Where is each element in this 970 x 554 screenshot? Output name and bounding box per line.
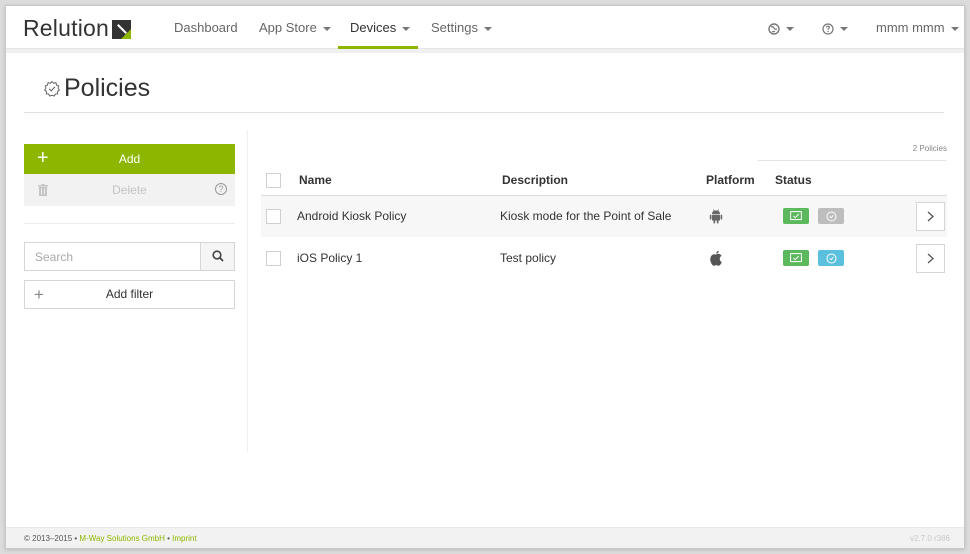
help-icon xyxy=(822,22,834,35)
relution-logo-icon xyxy=(112,20,131,39)
brand-logo[interactable]: Relution xyxy=(23,15,131,42)
imprint-link[interactable]: Imprint xyxy=(172,534,196,543)
status-schedule-badge xyxy=(818,208,844,224)
caret-down-icon xyxy=(840,26,848,31)
sidebar-divider xyxy=(24,223,235,224)
navbar-shadow xyxy=(6,49,964,53)
status-active-badge xyxy=(783,208,809,224)
nav-devices[interactable]: Devices xyxy=(350,6,411,49)
plus-icon: + xyxy=(37,147,49,169)
policy-description: Test policy xyxy=(500,251,557,265)
caret-down-icon xyxy=(950,26,959,31)
nav-dashboard[interactable]: Dashboard xyxy=(174,6,238,49)
status-schedule-badge xyxy=(818,250,844,266)
apple-icon xyxy=(710,250,722,266)
android-icon xyxy=(709,209,723,224)
table-row[interactable]: Android Kiosk Policy Kiosk mode for the … xyxy=(261,196,947,237)
trash-icon xyxy=(38,184,48,196)
policy-name: Android Kiosk Policy xyxy=(297,209,407,223)
page-title: Policies xyxy=(42,74,150,103)
table-row[interactable]: iOS Policy 1 Test policy xyxy=(261,238,947,279)
row-checkbox[interactable] xyxy=(266,251,281,266)
open-policy-button[interactable] xyxy=(916,244,945,273)
copyright-text: © 2013–2015 • xyxy=(24,534,80,543)
page-footer: © 2013–2015 • M-Way Solutions GmbH • Imp… xyxy=(6,527,964,548)
plus-icon: + xyxy=(34,285,44,304)
policy-gear-icon xyxy=(43,80,61,97)
delete-policy-button[interactable]: Delete ? xyxy=(24,174,235,206)
column-header-platform[interactable]: Platform xyxy=(706,173,755,187)
clock-icon xyxy=(826,253,836,263)
language-menu[interactable] xyxy=(768,6,794,49)
search-icon xyxy=(212,250,224,262)
caret-down-icon xyxy=(483,26,492,31)
select-all-checkbox[interactable] xyxy=(266,173,281,188)
add-policy-button[interactable]: + Add xyxy=(24,144,235,174)
top-navbar: Relution Dashboard App Store Devices Set… xyxy=(6,6,964,49)
row-checkbox[interactable] xyxy=(266,209,281,224)
chevron-right-icon xyxy=(927,253,934,264)
check-icon xyxy=(790,253,802,263)
delete-help-icon[interactable]: ? xyxy=(215,183,227,195)
policy-description: Kiosk mode for the Point of Sale xyxy=(500,209,672,223)
nav-app-store[interactable]: App Store xyxy=(259,6,331,49)
policy-name: iOS Policy 1 xyxy=(297,251,363,265)
status-active-badge xyxy=(783,250,809,266)
nav-settings[interactable]: Settings xyxy=(431,6,492,49)
chevron-right-icon xyxy=(927,211,934,222)
column-header-description[interactable]: Description xyxy=(502,173,568,187)
caret-down-icon xyxy=(786,26,794,31)
sidebar-vertical-divider xyxy=(247,130,248,452)
app-window: Relution Dashboard App Store Devices Set… xyxy=(5,5,965,549)
title-divider xyxy=(24,112,944,113)
globe-icon xyxy=(768,22,780,35)
company-link[interactable]: M-Way Solutions GmbH xyxy=(79,534,165,543)
search-button[interactable] xyxy=(200,242,235,271)
column-header-name[interactable]: Name xyxy=(299,173,332,187)
search-input[interactable] xyxy=(24,242,201,271)
open-policy-button[interactable] xyxy=(916,202,945,231)
user-menu[interactable]: mmm mmm xyxy=(876,6,959,49)
add-filter-button[interactable]: + Add filter xyxy=(24,280,235,309)
policy-count: 2 Policies xyxy=(912,144,947,153)
caret-down-icon xyxy=(322,26,331,31)
clock-icon xyxy=(826,211,836,221)
count-divider xyxy=(758,160,946,161)
column-header-status[interactable]: Status xyxy=(775,173,812,187)
help-menu[interactable] xyxy=(822,6,848,49)
brand-name: Relution xyxy=(23,15,109,41)
caret-down-icon xyxy=(402,26,411,31)
check-icon xyxy=(790,211,802,221)
version-label: v2.7.0 r386 xyxy=(909,534,950,543)
